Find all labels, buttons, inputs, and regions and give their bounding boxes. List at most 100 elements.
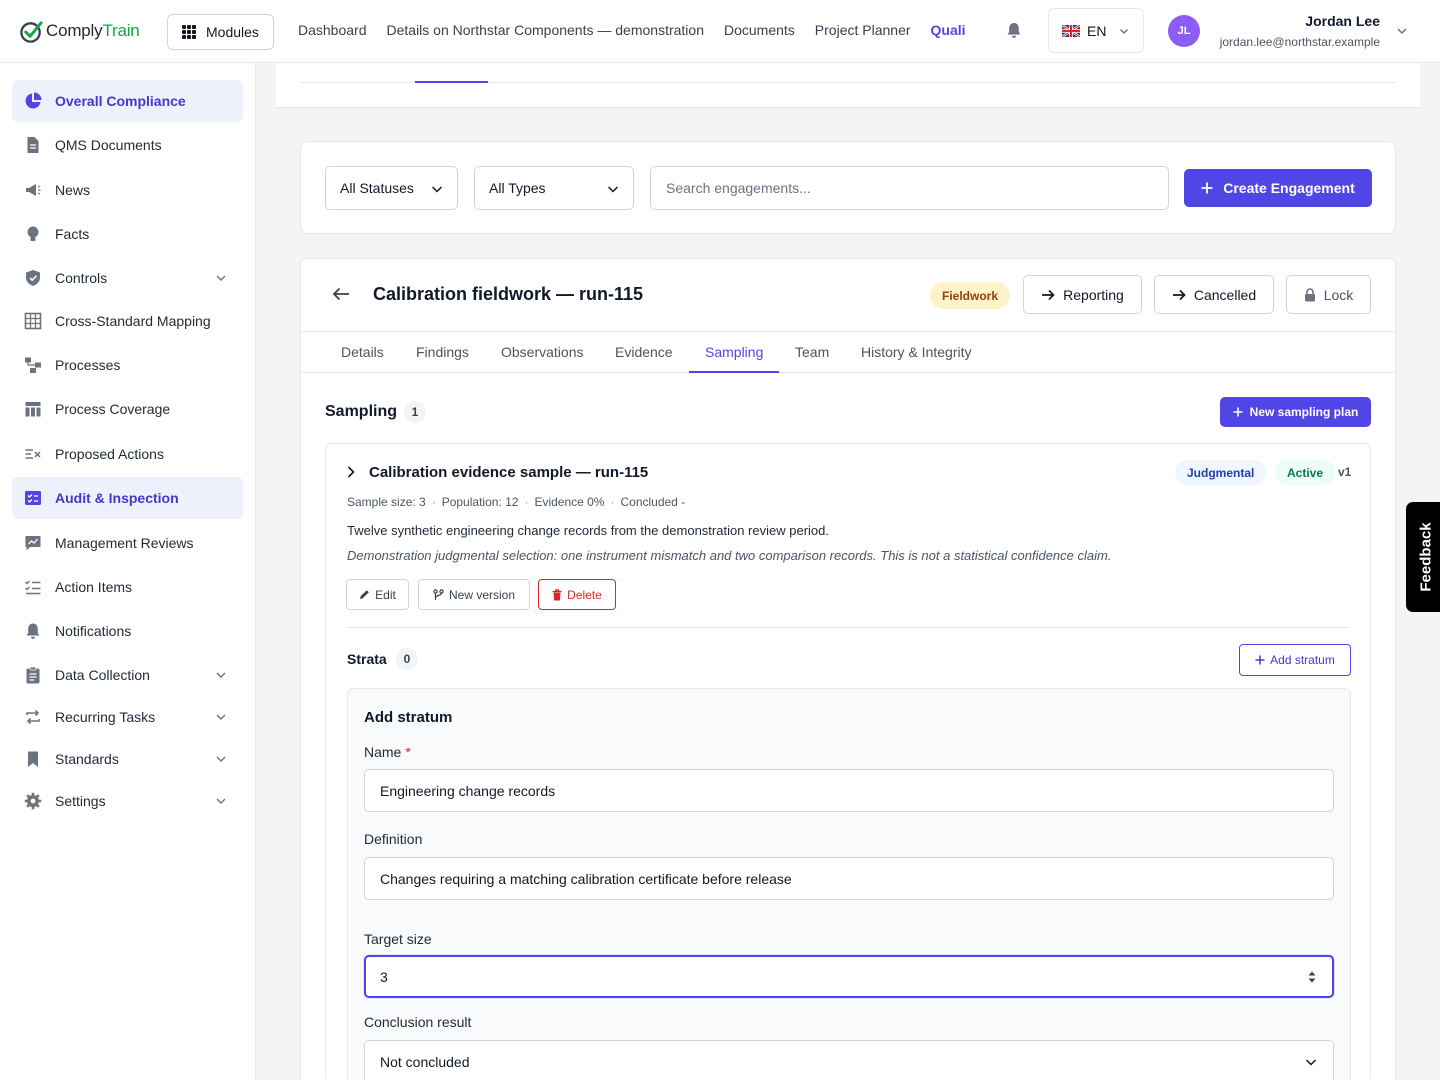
form-heading: Add stratum bbox=[364, 709, 453, 726]
name-value: Engineering change records bbox=[380, 782, 556, 799]
tab-findings[interactable]: Findings bbox=[416, 344, 469, 360]
nav-company-details[interactable]: Details on Northstar Components — demons… bbox=[387, 22, 704, 38]
chevron-down-icon bbox=[216, 672, 226, 678]
name-label-text: Name bbox=[364, 744, 402, 760]
engagement-detail: Calibration fieldwork — run-115 Fieldwor… bbox=[300, 258, 1396, 1080]
tab-evidence[interactable]: Evidence bbox=[615, 344, 673, 360]
tab-details[interactable]: Details bbox=[341, 344, 384, 360]
sidebar-item-settings[interactable]: Settings bbox=[12, 780, 243, 822]
sidebar-item-management-reviews[interactable]: Management Reviews bbox=[12, 522, 243, 564]
new-version-button[interactable]: New version bbox=[418, 579, 530, 610]
engagement-filters: All Statuses All Types Create Engagement bbox=[300, 141, 1396, 234]
sidebar-item-label: News bbox=[55, 182, 91, 198]
definition-label: Definition bbox=[364, 831, 423, 847]
delete-button[interactable]: Delete bbox=[538, 579, 616, 610]
sidebar-item-action-items[interactable]: Action Items bbox=[12, 566, 243, 608]
required-marker: * bbox=[405, 744, 411, 760]
spinner-arrows-icon[interactable] bbox=[1307, 969, 1317, 985]
sidebar-item-notifications[interactable]: Notifications bbox=[12, 610, 243, 652]
tab-sampling[interactable]: Sampling bbox=[705, 344, 763, 360]
plus-icon bbox=[1255, 655, 1265, 665]
sidebar-item-data-collection[interactable]: Data Collection bbox=[12, 654, 243, 696]
tab-observations[interactable]: Observations bbox=[501, 344, 583, 360]
tab-team[interactable]: Team bbox=[795, 344, 829, 360]
sidebar-item-label: Management Reviews bbox=[55, 535, 194, 551]
chevron-down-icon bbox=[216, 275, 226, 281]
new-sampling-plan-button[interactable]: New sampling plan bbox=[1220, 397, 1371, 427]
transition-reporting-button[interactable]: Reporting bbox=[1023, 275, 1142, 314]
nav-dashboard[interactable]: Dashboard bbox=[298, 22, 367, 38]
meta-separator: · bbox=[610, 495, 615, 509]
modules-button[interactable]: Modules bbox=[167, 14, 274, 50]
sidebar-item-standards[interactable]: Standards bbox=[12, 738, 243, 780]
sidebar-item-facts[interactable]: Facts bbox=[12, 213, 243, 255]
type-filter-value: All Types bbox=[489, 180, 546, 196]
chevron-down-icon bbox=[1305, 1059, 1317, 1066]
type-filter-select[interactable]: All Types bbox=[474, 166, 634, 210]
top-bar: ComplyTrain Modules Dashboard Details on… bbox=[0, 0, 1440, 63]
feedback-label: Feedback bbox=[1417, 522, 1435, 592]
bookmark-icon bbox=[28, 751, 38, 767]
sidebar-item-label: Recurring Tasks bbox=[55, 709, 156, 725]
sidebar-item-label: Data Collection bbox=[55, 667, 150, 683]
language-selector[interactable]: EN bbox=[1048, 8, 1144, 53]
sidebar-item-proposed-actions[interactable]: Proposed Actions bbox=[12, 433, 243, 475]
sidebar-item-audit-inspection[interactable]: Audit & Inspection bbox=[12, 477, 243, 519]
new-version-label: New version bbox=[448, 587, 516, 602]
audit-icon bbox=[25, 491, 41, 505]
search-input[interactable] bbox=[650, 166, 1169, 210]
lock-button[interactable]: Lock bbox=[1286, 275, 1371, 314]
chevron-down-icon bbox=[216, 798, 226, 804]
add-stratum-button[interactable]: Add stratum bbox=[1239, 644, 1351, 676]
bell-icon[interactable] bbox=[1006, 22, 1022, 39]
tab-history-integrity[interactable]: History & Integrity bbox=[861, 344, 971, 360]
arrow-right-icon bbox=[1172, 289, 1186, 300]
edit-button[interactable]: Edit bbox=[346, 579, 409, 610]
meta-evidence: Evidence 0% bbox=[534, 495, 605, 509]
megaphone-icon bbox=[26, 184, 41, 196]
avatar[interactable]: JL bbox=[1168, 15, 1200, 47]
back-arrow-icon[interactable] bbox=[332, 287, 350, 301]
nav-project-planner[interactable]: Project Planner bbox=[815, 22, 911, 38]
sidebar-item-label: Settings bbox=[55, 793, 106, 809]
uk-flag-icon bbox=[1062, 24, 1080, 37]
name-field[interactable]: Engineering change records bbox=[364, 769, 1334, 812]
nav-documents[interactable]: Documents bbox=[724, 22, 795, 38]
conclusion-result-label: Conclusion result bbox=[364, 1014, 472, 1030]
sidebar-item-overall-compliance[interactable]: Overall Compliance bbox=[12, 80, 243, 122]
bell-icon bbox=[26, 623, 40, 639]
transition-cancelled-button[interactable]: Cancelled bbox=[1154, 275, 1274, 314]
sidebar-item-process-coverage[interactable]: Process Coverage bbox=[12, 388, 243, 430]
status-filter-value: All Statuses bbox=[340, 180, 414, 196]
active-tab-indicator bbox=[415, 81, 488, 83]
sidebar-item-recurring-tasks[interactable]: Recurring Tasks bbox=[12, 696, 243, 738]
sampling-plan-meta: Sample size: 3 · Population: 12 · Eviden… bbox=[347, 495, 685, 509]
checklist-icon bbox=[25, 580, 41, 595]
method-badge: Judgmental bbox=[1175, 460, 1267, 485]
arrow-right-icon bbox=[1042, 289, 1055, 300]
sidebar-item-processes[interactable]: Processes bbox=[12, 344, 243, 386]
feedback-tab[interactable]: Feedback bbox=[1406, 502, 1440, 612]
target-size-stepper[interactable]: 3 bbox=[364, 955, 1334, 998]
nav-quali[interactable]: Quali bbox=[931, 22, 966, 38]
sidebar-item-cross-standard-mapping[interactable]: Cross-Standard Mapping bbox=[12, 300, 243, 342]
active-tab-indicator bbox=[689, 371, 779, 373]
sidebar-item-news[interactable]: News bbox=[12, 169, 243, 211]
app-logo[interactable]: ComplyTrain bbox=[19, 18, 140, 44]
chevron-right-icon[interactable] bbox=[346, 466, 356, 478]
sampling-section-title: Sampling bbox=[325, 403, 398, 420]
sidebar-item-controls[interactable]: Controls bbox=[12, 257, 243, 299]
list-x-icon bbox=[25, 449, 41, 459]
sidebar-item-label: Proposed Actions bbox=[55, 446, 164, 462]
conclusion-result-select[interactable]: Not concluded bbox=[364, 1040, 1334, 1080]
user-menu-chevron-icon[interactable] bbox=[1396, 25, 1408, 37]
sampling-plan-card: Calibration evidence sample — run-115 Ju… bbox=[325, 443, 1371, 1080]
top-nav: Dashboard Details on Northstar Component… bbox=[298, 22, 966, 38]
sampling-plan-title: Calibration evidence sample — run-115 bbox=[369, 464, 649, 481]
sidebar-item-label: Overall Compliance bbox=[55, 93, 186, 109]
sampling-plan-rationale: Demonstration judgmental selection: one … bbox=[347, 548, 1112, 563]
create-engagement-button[interactable]: Create Engagement bbox=[1184, 169, 1372, 207]
status-filter-select[interactable]: All Statuses bbox=[325, 166, 458, 210]
sidebar-item-qms-documents[interactable]: QMS Documents bbox=[12, 124, 243, 166]
definition-field[interactable]: Changes requiring a matching calibration… bbox=[364, 857, 1334, 900]
